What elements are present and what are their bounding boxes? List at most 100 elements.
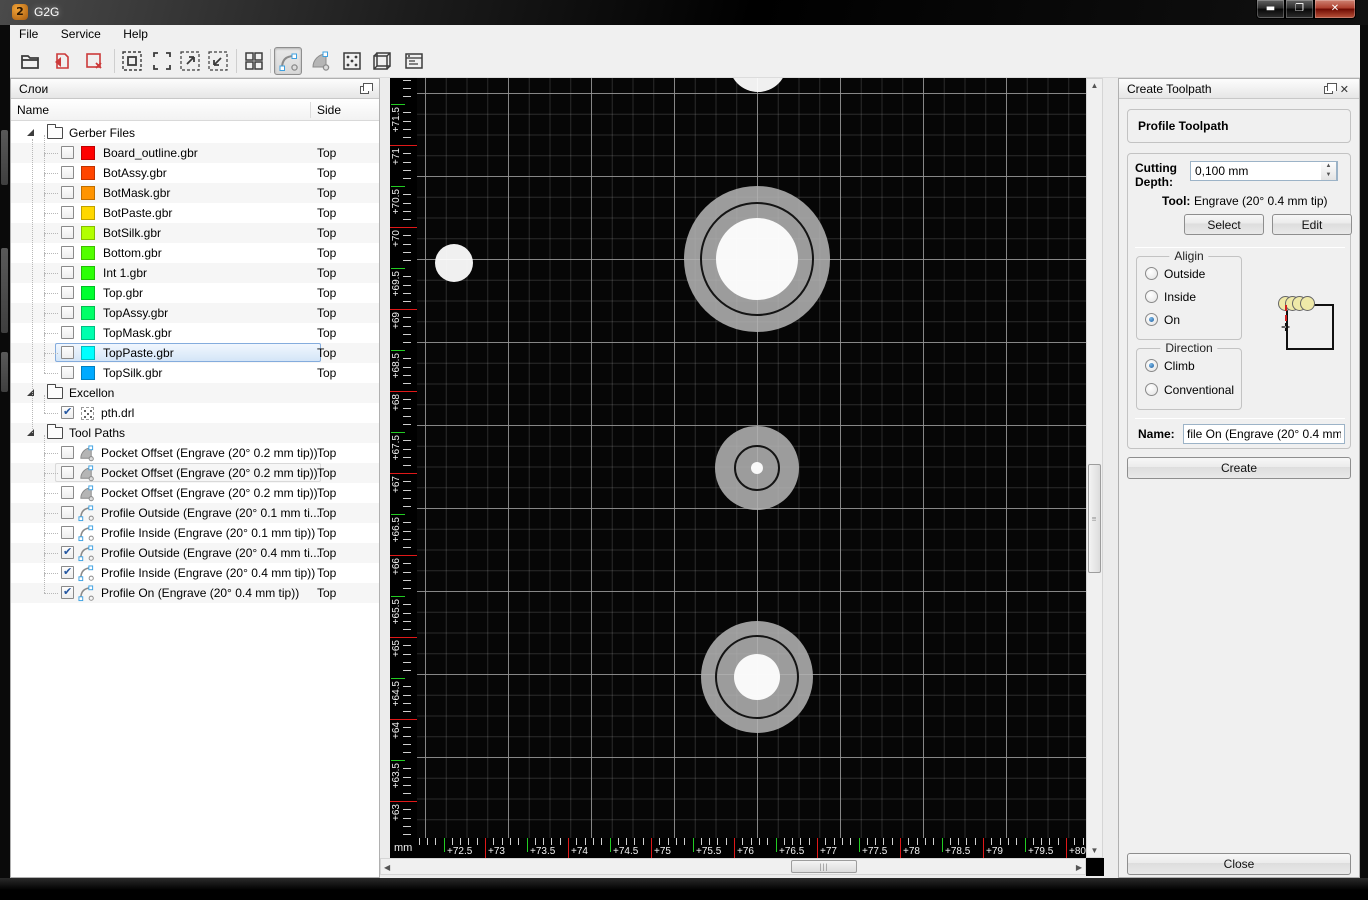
- tree-folder-row[interactable]: Gerber Files: [11, 123, 379, 143]
- direction-conventional-radio[interactable]: [1145, 383, 1158, 396]
- tree-row[interactable]: Pocket Offset (Engrave (20° 0.2 mm tip))…: [11, 443, 379, 463]
- align-inside-radio[interactable]: [1145, 290, 1158, 303]
- drill-tool-button[interactable]: [338, 47, 366, 75]
- tree-row[interactable]: Int 1.gbr Top: [11, 263, 379, 283]
- visibility-checkbox[interactable]: [61, 286, 74, 299]
- tree-row[interactable]: Profile Outside (Engrave (20° 0.4 mm ti.…: [11, 543, 379, 563]
- tree-row[interactable]: Profile Inside (Engrave (20° 0.4 mm tip)…: [11, 563, 379, 583]
- align-outside-radio[interactable]: [1145, 267, 1158, 280]
- layer-color-swatch[interactable]: [81, 226, 95, 240]
- tree-folder-row[interactable]: Excellon: [11, 383, 379, 403]
- column-side[interactable]: Side: [317, 103, 341, 117]
- visibility-checkbox[interactable]: [61, 466, 74, 479]
- tree-row[interactable]: TopPaste.gbr Top: [11, 343, 379, 363]
- delete-button[interactable]: [80, 47, 108, 75]
- tree-row[interactable]: Profile On (Engrave (20° 0.4 mm tip)) Top: [11, 583, 379, 603]
- direction-climb-radio[interactable]: [1145, 359, 1158, 372]
- scroll-down-arrow[interactable]: ▼: [1087, 846, 1102, 855]
- layer-color-swatch[interactable]: [81, 366, 95, 380]
- create-toolpath-button[interactable]: Create: [1127, 457, 1351, 479]
- column-name[interactable]: Name: [17, 103, 49, 117]
- expand-arrow-icon[interactable]: [27, 129, 34, 136]
- select-tool-button[interactable]: Select: [1184, 214, 1264, 235]
- zoom-out-button[interactable]: [204, 47, 232, 75]
- tree-row[interactable]: Pocket Offset (Engrave (20° 0.2 mm tip))…: [11, 483, 379, 503]
- tree-row[interactable]: Profile Inside (Engrave (20° 0.1 mm tip)…: [11, 523, 379, 543]
- float-panel-icon[interactable]: [360, 83, 373, 94]
- minimize-button[interactable]: ▬: [1256, 0, 1285, 19]
- visibility-checkbox[interactable]: [61, 366, 74, 379]
- visibility-checkbox[interactable]: [61, 186, 74, 199]
- layer-color-swatch[interactable]: [81, 186, 95, 200]
- visibility-checkbox[interactable]: [61, 226, 74, 239]
- cutting-depth-spinner[interactable]: ▲ ▼: [1321, 161, 1337, 181]
- zoom-window-button[interactable]: [148, 47, 176, 75]
- scroll-right-arrow[interactable]: ▶: [1076, 863, 1082, 872]
- close-button[interactable]: ✕: [1314, 0, 1356, 19]
- tree-row[interactable]: TopSilk.gbr Top: [11, 363, 379, 383]
- restore-button[interactable]: ❐: [1285, 0, 1314, 19]
- horizontal-scroll-thumb[interactable]: |||: [791, 860, 857, 873]
- layer-color-swatch[interactable]: [81, 146, 95, 160]
- visibility-checkbox[interactable]: [61, 585, 74, 599]
- visibility-checkbox[interactable]: [61, 506, 74, 519]
- visibility-checkbox[interactable]: [61, 166, 74, 179]
- close-toolpath-button[interactable]: Close: [1127, 853, 1351, 875]
- import-button[interactable]: [48, 47, 76, 75]
- tree-row[interactable]: Pocket Offset (Engrave (20° 0.2 mm tip))…: [11, 463, 379, 483]
- tree-row[interactable]: Bottom.gbr Top: [11, 243, 379, 263]
- layer-color-swatch[interactable]: [81, 266, 95, 280]
- tree-row[interactable]: BotAssy.gbr Top: [11, 163, 379, 183]
- visibility-checkbox[interactable]: [61, 346, 74, 359]
- vertical-scrollbar[interactable]: ▲ ≡ ▼: [1086, 78, 1103, 858]
- layer-color-swatch[interactable]: [81, 166, 95, 180]
- edit-tool-button[interactable]: Edit: [1272, 214, 1352, 235]
- panelize-button[interactable]: [240, 47, 268, 75]
- align-on-radio[interactable]: [1145, 313, 1158, 326]
- tree-row[interactable]: BotSilk.gbr Top: [11, 223, 379, 243]
- layer-color-swatch[interactable]: [81, 246, 95, 260]
- tree-row[interactable]: TopMask.gbr Top: [11, 323, 379, 343]
- visibility-checkbox[interactable]: [61, 206, 74, 219]
- visibility-checkbox[interactable]: [61, 446, 74, 459]
- zoom-fit-button[interactable]: [118, 47, 146, 75]
- open-button[interactable]: [16, 47, 44, 75]
- pocket-tool-button[interactable]: [306, 47, 334, 75]
- menu-file[interactable]: File: [10, 25, 47, 43]
- menu-service[interactable]: Service: [52, 25, 110, 43]
- close-panel-icon[interactable]: ✕: [1340, 83, 1349, 96]
- visibility-checkbox[interactable]: [61, 246, 74, 259]
- align-on-label[interactable]: On: [1164, 313, 1180, 327]
- tree-row[interactable]: Board_outline.gbr Top: [11, 143, 379, 163]
- tree-row[interactable]: pth.drl: [11, 403, 379, 423]
- menu-help[interactable]: Help: [114, 25, 157, 43]
- properties-button[interactable]: [400, 47, 428, 75]
- cutting-depth-input[interactable]: 0,100 mm: [1190, 161, 1338, 181]
- tree-row[interactable]: Top.gbr Top: [11, 283, 379, 303]
- tree-row[interactable]: BotMask.gbr Top: [11, 183, 379, 203]
- tree-folder-row[interactable]: Tool Paths: [11, 423, 379, 443]
- pcb-canvas[interactable]: [417, 78, 1086, 838]
- float-panel-icon[interactable]: [1324, 83, 1337, 94]
- board-3d-button[interactable]: [368, 47, 396, 75]
- visibility-checkbox[interactable]: [61, 326, 74, 339]
- visibility-checkbox[interactable]: [61, 266, 74, 279]
- tree-row[interactable]: Profile Outside (Engrave (20° 0.1 mm ti.…: [11, 503, 379, 523]
- profile-tool-button[interactable]: [274, 47, 302, 75]
- toolpath-name-input[interactable]: [1183, 424, 1345, 444]
- layer-color-swatch[interactable]: [81, 206, 95, 220]
- vertical-scroll-thumb[interactable]: ≡: [1088, 464, 1101, 573]
- visibility-checkbox[interactable]: [61, 565, 74, 579]
- direction-climb-label[interactable]: Climb: [1164, 359, 1195, 373]
- visibility-checkbox[interactable]: [61, 306, 74, 319]
- layer-color-swatch[interactable]: [81, 306, 95, 320]
- layer-color-swatch[interactable]: [81, 286, 95, 300]
- layer-color-swatch[interactable]: [81, 326, 95, 340]
- visibility-checkbox[interactable]: [61, 405, 74, 419]
- visibility-checkbox[interactable]: [61, 526, 74, 539]
- layer-color-swatch[interactable]: [81, 346, 95, 360]
- visibility-checkbox[interactable]: [61, 486, 74, 499]
- scroll-up-arrow[interactable]: ▲: [1087, 81, 1102, 90]
- align-inside-label[interactable]: Inside: [1164, 290, 1196, 304]
- visibility-checkbox[interactable]: [61, 146, 74, 159]
